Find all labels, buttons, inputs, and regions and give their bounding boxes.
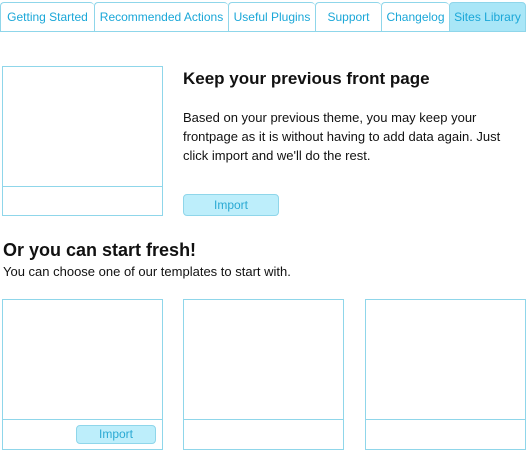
start-fresh-title: Or you can start fresh! bbox=[3, 240, 197, 260]
thumbnail-divider bbox=[184, 419, 343, 420]
tab-sites-library[interactable]: Sites Library bbox=[449, 2, 526, 32]
thumbnail-divider bbox=[3, 419, 162, 420]
tab-changelog[interactable]: Changelog bbox=[381, 2, 449, 32]
tab-getting-started[interactable]: Getting Started bbox=[0, 2, 94, 32]
start-fresh-subtitle: You can choose one of our templates to s… bbox=[3, 264, 291, 279]
sites-library-page: Getting Started Recommended Actions Usef… bbox=[0, 0, 528, 450]
tab-recommended-actions[interactable]: Recommended Actions bbox=[94, 2, 228, 32]
previous-front-page-thumbnail bbox=[2, 66, 163, 216]
thumbnail-divider bbox=[366, 419, 525, 420]
import-previous-front-page-button[interactable]: Import bbox=[183, 194, 279, 216]
tab-useful-plugins[interactable]: Useful Plugins bbox=[228, 2, 315, 32]
template-card-3[interactable] bbox=[365, 299, 526, 450]
import-template-button[interactable]: Import bbox=[76, 425, 156, 444]
featured-description: Based on your previous theme, you may ke… bbox=[183, 110, 501, 163]
tab-bar: Getting Started Recommended Actions Usef… bbox=[0, 2, 526, 32]
thumbnail-divider bbox=[3, 186, 162, 187]
tab-support[interactable]: Support bbox=[315, 2, 381, 32]
featured-title: Keep your previous front page bbox=[183, 69, 430, 88]
template-card-2[interactable] bbox=[183, 299, 344, 450]
